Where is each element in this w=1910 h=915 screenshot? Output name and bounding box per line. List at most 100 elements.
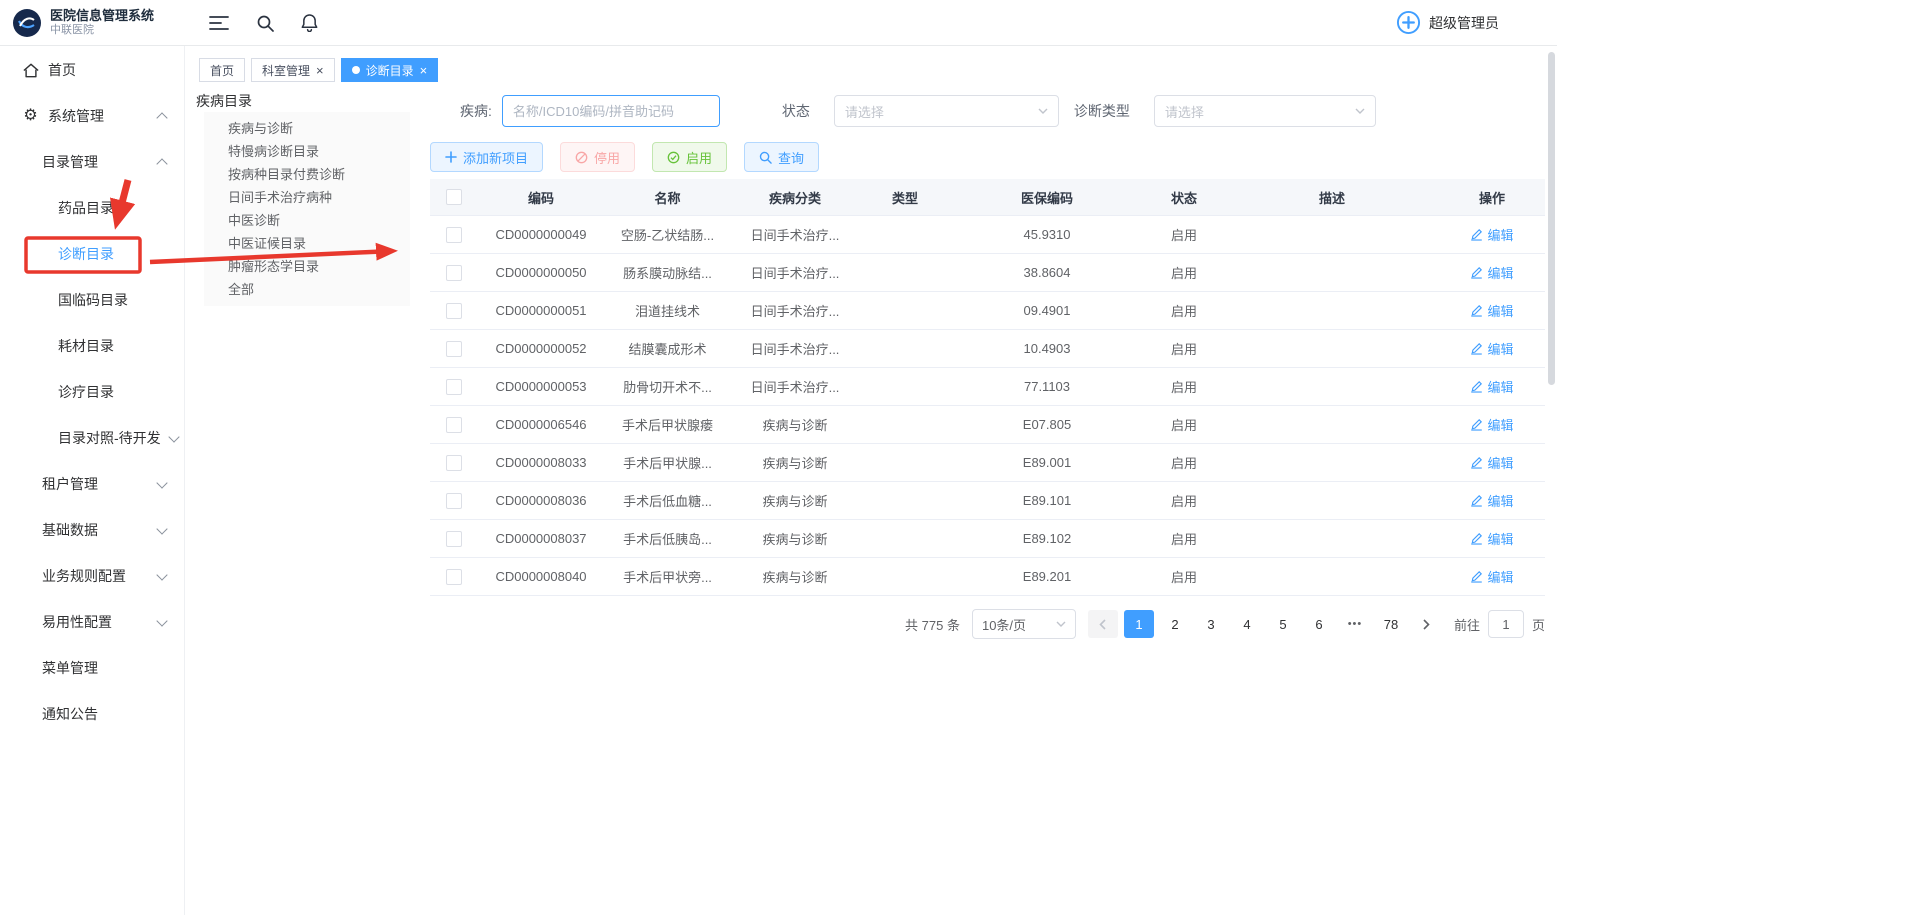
page-button-2[interactable]: 2: [1160, 610, 1190, 638]
next-page-button[interactable]: [1412, 610, 1442, 638]
close-icon[interactable]: ×: [420, 64, 428, 77]
tab-label: 首页: [210, 62, 234, 79]
row-checkbox[interactable]: [446, 531, 462, 547]
vertical-scrollbar[interactable]: [1548, 52, 1555, 385]
cell-status: 启用: [1143, 453, 1225, 472]
prev-page-button[interactable]: [1088, 610, 1118, 638]
edit-button[interactable]: 编辑: [1470, 491, 1513, 510]
col-header-name[interactable]: 名称: [604, 188, 731, 207]
tree-title[interactable]: 疾病目录: [196, 91, 252, 111]
edit-button[interactable]: 编辑: [1470, 339, 1513, 358]
page-button-78[interactable]: 78: [1376, 610, 1406, 638]
tree-item[interactable]: 全部: [204, 278, 410, 301]
table-row: CD0000008036 手术后低血糖... 疾病与诊断 E89.101 启用 …: [430, 482, 1545, 520]
edit-button[interactable]: 编辑: [1470, 263, 1513, 282]
edit-button[interactable]: 编辑: [1470, 301, 1513, 320]
app-title: 医院信息管理系统: [50, 8, 154, 24]
page-button-3[interactable]: 3: [1196, 610, 1226, 638]
edit-icon: [1470, 456, 1483, 469]
button-label: 停用: [594, 148, 620, 167]
sidebar-item-national-code-catalog[interactable]: 国临码目录: [0, 277, 184, 323]
sidebar-item-drug-catalog[interactable]: 药品目录: [0, 185, 184, 231]
tree-item[interactable]: 按病种目录付费诊断: [204, 163, 410, 186]
search-icon[interactable]: [256, 14, 274, 32]
tree-item[interactable]: 日间手术治疗病种: [204, 186, 410, 209]
disable-button[interactable]: 停用: [560, 142, 635, 172]
row-checkbox[interactable]: [446, 265, 462, 281]
sidebar-item-business-rules[interactable]: 业务规则配置: [0, 553, 184, 599]
sidebar-item-system[interactable]: ⚙ 系统管理: [0, 93, 184, 139]
user-menu[interactable]: 超级管理员: [1396, 10, 1499, 35]
col-header-type[interactable]: 类型: [859, 188, 951, 207]
enable-button[interactable]: 启用: [652, 142, 727, 172]
edit-button[interactable]: 编辑: [1470, 567, 1513, 586]
page-button-1[interactable]: 1: [1124, 610, 1154, 638]
row-checkbox[interactable]: [446, 493, 462, 509]
status-select[interactable]: 请选择: [834, 95, 1059, 127]
chevron-right-icon: [1423, 619, 1430, 630]
sidebar-item-diagnosis-catalog[interactable]: 诊断目录: [0, 231, 184, 277]
page-button-6[interactable]: 6: [1304, 610, 1334, 638]
row-checkbox[interactable]: [446, 455, 462, 471]
cell-insurance-code: 38.8604: [951, 265, 1143, 280]
goto-page-input[interactable]: [1488, 610, 1524, 638]
page-ellipsis[interactable]: •••: [1340, 610, 1370, 638]
col-header-insurance-code[interactable]: 医保编码: [951, 188, 1143, 207]
search-icon: [759, 151, 772, 164]
row-checkbox[interactable]: [446, 341, 462, 357]
edit-button[interactable]: 编辑: [1470, 225, 1513, 244]
tab-dept-management[interactable]: 科室管理 ×: [251, 58, 335, 82]
edit-button[interactable]: 编辑: [1470, 415, 1513, 434]
page-button-4[interactable]: 4: [1232, 610, 1262, 638]
page-size-select[interactable]: 10条/页: [972, 609, 1076, 639]
diagnosis-type-select[interactable]: 请选择: [1154, 95, 1376, 127]
notification-bell-icon[interactable]: [301, 13, 318, 32]
sidebar-item-catalog-mapping[interactable]: 目录对照-待开发: [0, 415, 184, 461]
sidebar-item-home[interactable]: 首页: [0, 47, 184, 93]
row-checkbox[interactable]: [446, 569, 462, 585]
table-header-row: 编码 名称 疾病分类 类型 医保编码 状态 描述 操作: [430, 179, 1545, 216]
col-header-status[interactable]: 状态: [1143, 188, 1225, 207]
goto-unit: 页: [1532, 615, 1545, 634]
disease-search-input[interactable]: [502, 95, 720, 127]
sidebar-item-notice[interactable]: 通知公告: [0, 691, 184, 737]
select-all-checkbox[interactable]: [446, 189, 462, 205]
cell-name: 手术后低胰岛...: [604, 529, 731, 548]
query-button[interactable]: 查询: [744, 142, 819, 172]
col-header-category[interactable]: 疾病分类: [731, 188, 859, 207]
page-button-5[interactable]: 5: [1268, 610, 1298, 638]
sidebar-item-label: 目录管理: [42, 152, 98, 172]
col-header-actions[interactable]: 操作: [1439, 188, 1545, 207]
row-checkbox[interactable]: [446, 227, 462, 243]
edit-button[interactable]: 编辑: [1470, 453, 1513, 472]
sidebar-item-consumable-catalog[interactable]: 耗材目录: [0, 323, 184, 369]
tree-item[interactable]: 肿瘤形态学目录: [204, 255, 410, 278]
collapse-menu-icon[interactable]: [209, 15, 229, 31]
edit-button[interactable]: 编辑: [1470, 377, 1513, 396]
cell-insurance-code: 10.4903: [951, 341, 1143, 356]
close-icon[interactable]: ×: [316, 64, 324, 77]
tree-item[interactable]: 中医诊断: [204, 209, 410, 232]
chevron-down-icon: [156, 615, 167, 626]
sidebar-item-usability[interactable]: 易用性配置: [0, 599, 184, 645]
tree-item[interactable]: 中医证候目录: [204, 232, 410, 255]
cell-status: 启用: [1143, 339, 1225, 358]
add-item-button[interactable]: 添加新项目: [430, 142, 543, 172]
edit-button[interactable]: 编辑: [1470, 529, 1513, 548]
col-header-description[interactable]: 描述: [1225, 188, 1439, 207]
sidebar-item-menu-management[interactable]: 菜单管理: [0, 645, 184, 691]
col-header-code[interactable]: 编码: [478, 188, 604, 207]
row-checkbox[interactable]: [446, 303, 462, 319]
tree-item[interactable]: 疾病与诊断: [204, 117, 410, 140]
sidebar-item-treatment-catalog[interactable]: 诊疗目录: [0, 369, 184, 415]
cell-status: 启用: [1143, 263, 1225, 282]
tab-diagnosis-catalog[interactable]: 诊断目录 ×: [341, 58, 439, 82]
button-label: 查询: [778, 148, 804, 167]
row-checkbox[interactable]: [446, 379, 462, 395]
sidebar-item-catalog[interactable]: 目录管理: [0, 139, 184, 185]
tab-home[interactable]: 首页: [199, 58, 245, 82]
row-checkbox[interactable]: [446, 417, 462, 433]
sidebar-item-basic-data[interactable]: 基础数据: [0, 507, 184, 553]
tree-item[interactable]: 特慢病诊断目录: [204, 140, 410, 163]
sidebar-item-tenant[interactable]: 租户管理: [0, 461, 184, 507]
